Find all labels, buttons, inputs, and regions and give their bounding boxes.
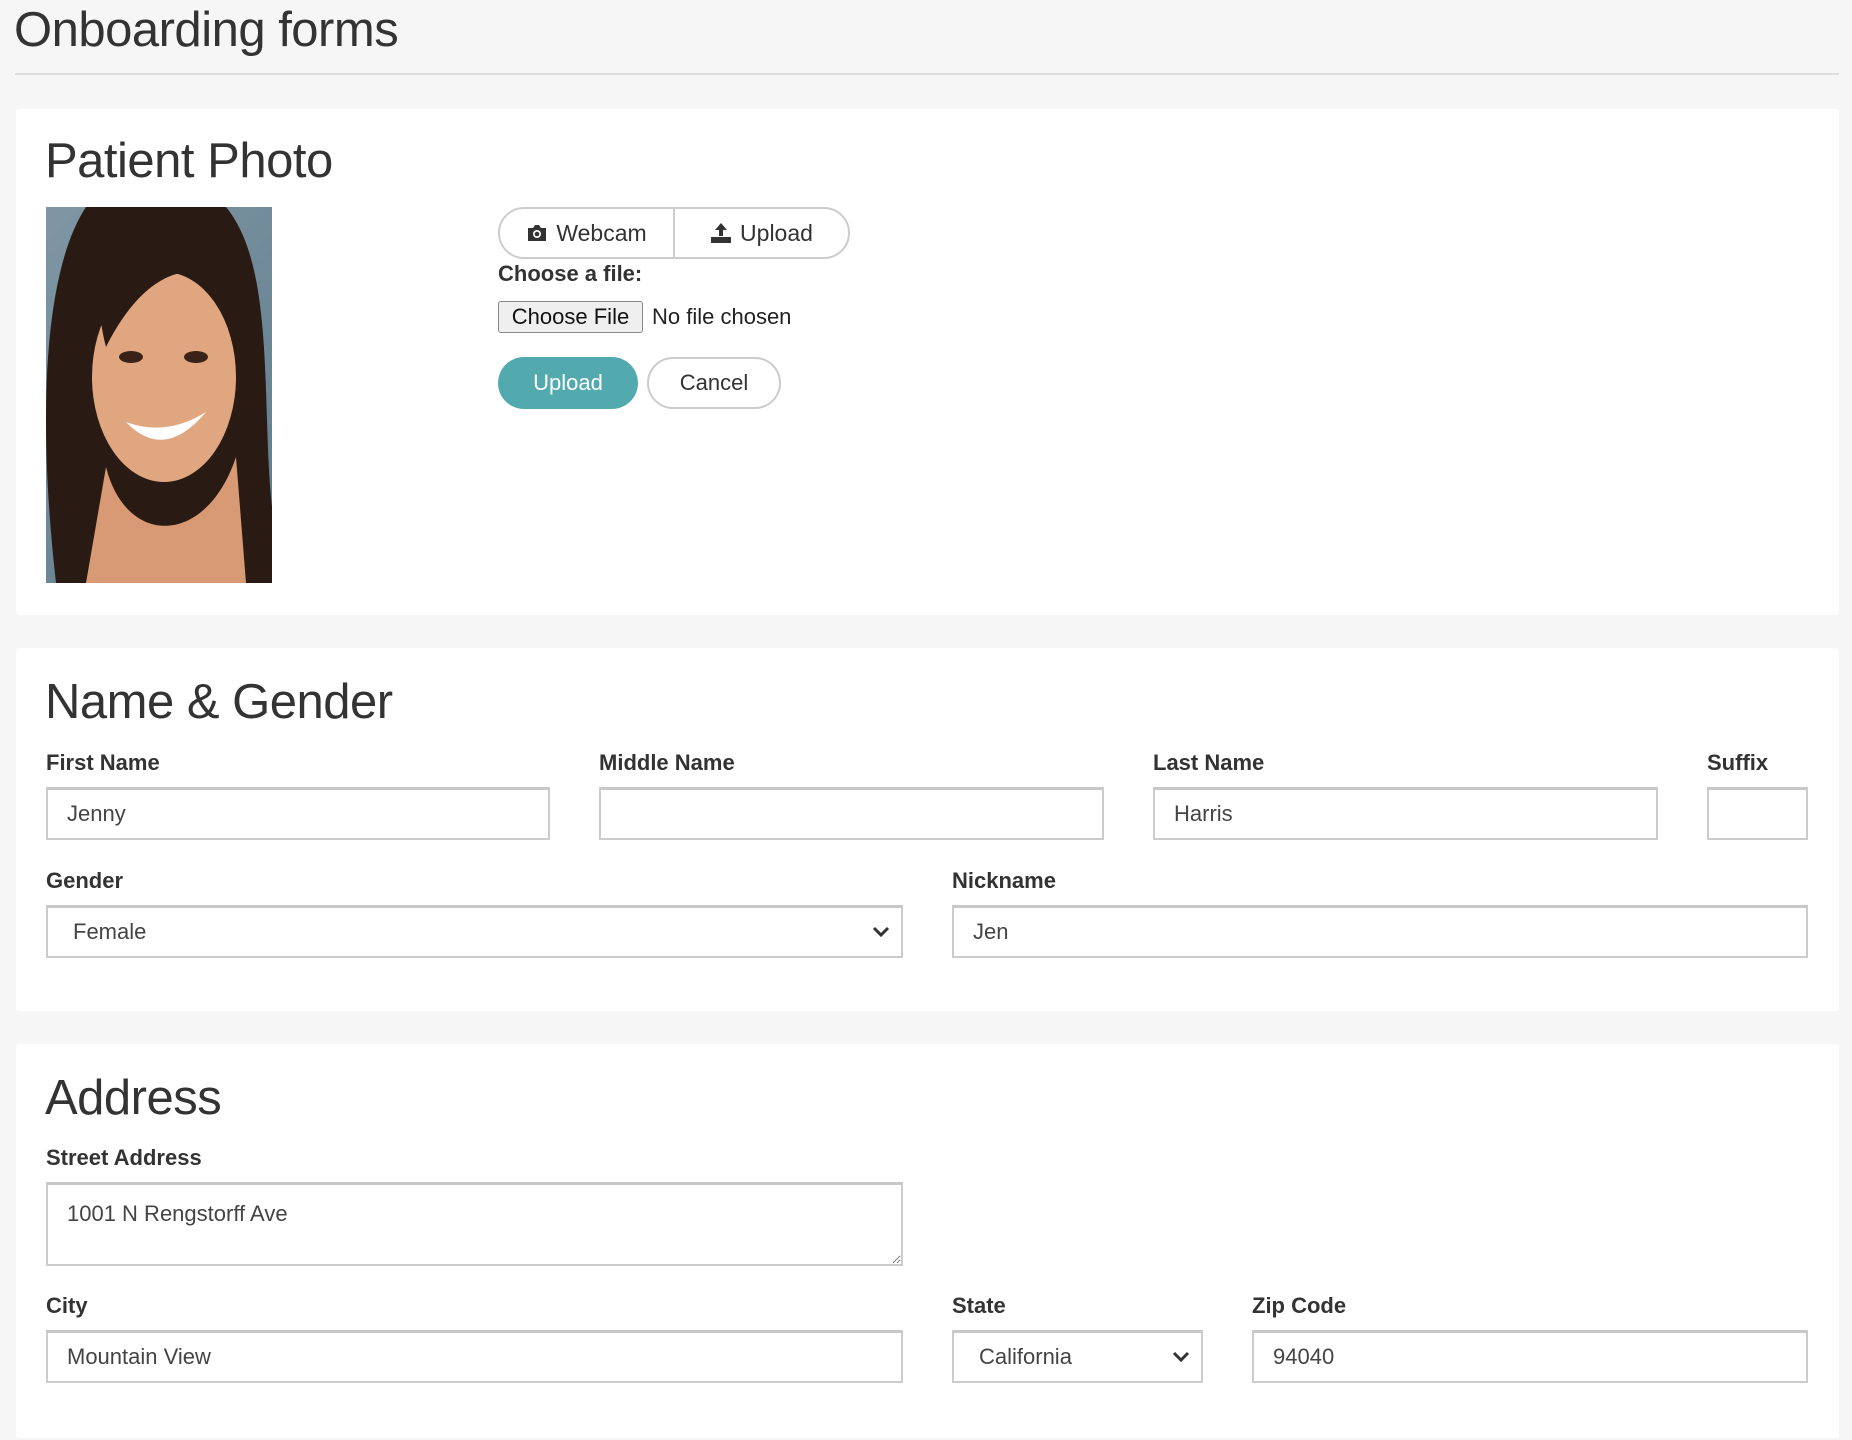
middle-name-input[interactable] (599, 787, 1104, 840)
state-label: State (952, 1293, 1006, 1318)
choose-file-label: Choose a file: (498, 261, 643, 286)
patient-photo-card: Patient Photo Webcam Upload Choose a fil… (16, 109, 1839, 615)
webcam-label: Webcam (556, 219, 647, 246)
section-heading: Name & Gender (45, 675, 393, 729)
street-address-label: Street Address (46, 1145, 202, 1170)
choose-file-button[interactable]: Choose File (498, 301, 643, 333)
gender-label: Gender (46, 868, 124, 893)
first-name-input[interactable]: Jenny (46, 787, 550, 840)
upload-icon (711, 223, 732, 243)
gender-select[interactable]: Female (46, 905, 903, 958)
camera-icon (528, 225, 547, 241)
page-title: Onboarding forms (14, 3, 399, 57)
city-input[interactable]: Mountain View (46, 1330, 903, 1383)
chevron-down-icon (872, 926, 890, 938)
suffix-label: Suffix (1707, 750, 1769, 775)
first-name-label: First Name (46, 750, 160, 775)
file-status: No file chosen (652, 304, 792, 329)
nickname-input[interactable]: Jen (952, 905, 1808, 958)
upload-tab-label: Upload (740, 219, 813, 246)
upload-button[interactable]: Upload (498, 357, 638, 409)
last-name-input[interactable]: Harris (1153, 787, 1658, 840)
section-heading: Address (45, 1071, 222, 1125)
nickname-label: Nickname (952, 868, 1056, 893)
patient-photo (46, 207, 272, 583)
state-select[interactable]: California (952, 1330, 1203, 1383)
upload-tab[interactable]: Upload (673, 209, 848, 257)
divider (15, 73, 1839, 75)
zip-code-input[interactable]: 94040 (1252, 1330, 1808, 1383)
last-name-label: Last Name (1153, 750, 1265, 775)
state-value: California (979, 1344, 1072, 1369)
middle-name-label: Middle Name (599, 750, 735, 775)
chevron-down-icon (1172, 1351, 1190, 1363)
webcam-tab[interactable]: Webcam (500, 209, 673, 257)
zip-code-label: Zip Code (1252, 1293, 1347, 1318)
section-heading: Patient Photo (45, 134, 333, 188)
city-label: City (46, 1293, 88, 1318)
photo-source-toggle: Webcam Upload (498, 207, 850, 259)
street-address-input[interactable]: 1001 N Rengstorff Ave (46, 1182, 903, 1266)
address-card: Address Street Address 1001 N Rengstorff… (16, 1044, 1839, 1438)
name-gender-card: Name & Gender First Name Jenny Middle Na… (16, 648, 1839, 1011)
cancel-button[interactable]: Cancel (647, 357, 781, 409)
gender-value: Female (73, 919, 147, 944)
suffix-input[interactable] (1707, 787, 1808, 840)
